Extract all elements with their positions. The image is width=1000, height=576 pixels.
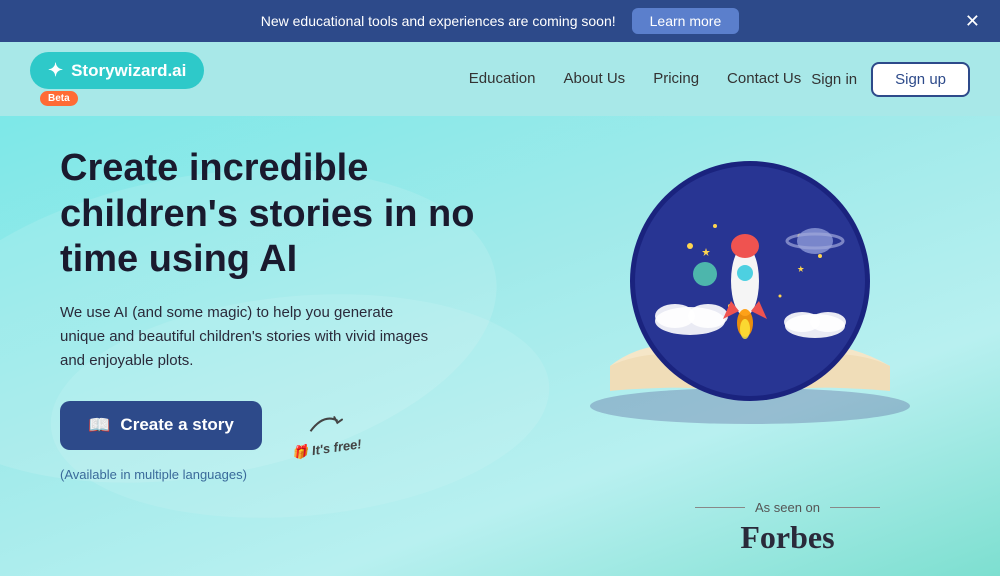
nav-link-contact[interactable]: Contact Us	[727, 70, 801, 87]
forbes-brand: Forbes	[740, 519, 834, 556]
nav-item-pricing[interactable]: Pricing	[653, 70, 699, 88]
logo-container: ✦ Storywizard.ai Beta	[30, 52, 204, 106]
signup-button[interactable]: Sign up	[871, 62, 970, 97]
beta-badge: Beta	[40, 91, 78, 106]
navbar: ✦ Storywizard.ai Beta Education About Us…	[0, 42, 1000, 116]
as-seen-on-section: As seen on Forbes	[695, 500, 880, 556]
nav-link-education[interactable]: Education	[469, 70, 536, 87]
arrow-icon	[304, 406, 349, 442]
logo-icon: ✦	[48, 60, 63, 81]
cta-row: 📖 Create a story 🎁 It's free!	[60, 401, 362, 457]
as-seen-text: As seen on	[755, 500, 820, 515]
hero-subtitle: We use AI (and some magic) to help you g…	[60, 301, 440, 373]
its-free-text: 🎁 It's free!	[291, 436, 362, 462]
gift-icon: 🎁	[291, 443, 309, 460]
nav-item-about[interactable]: About Us	[563, 70, 625, 88]
nav-link-pricing[interactable]: Pricing	[653, 70, 699, 87]
signin-link[interactable]: Sign in	[811, 71, 857, 88]
available-languages-text: (Available in multiple languages)	[60, 467, 247, 482]
book-illustration	[560, 126, 940, 446]
nav-item-education[interactable]: Education	[469, 70, 536, 88]
create-story-button[interactable]: 📖 Create a story	[60, 401, 262, 450]
as-seen-label: As seen on	[695, 500, 880, 515]
close-announcement-button[interactable]: ✕	[965, 12, 980, 30]
hero-content: Create incredible children's stories in …	[60, 146, 540, 482]
announcement-bar: New educational tools and experiences ar…	[0, 0, 1000, 42]
nav-link-about[interactable]: About Us	[563, 70, 625, 87]
announcement-text: New educational tools and experiences ar…	[261, 13, 616, 29]
learn-more-button[interactable]: Learn more	[632, 8, 740, 34]
line-right	[830, 507, 880, 508]
hero-title: Create incredible children's stories in …	[60, 146, 540, 283]
hero-section: Create incredible children's stories in …	[0, 116, 1000, 576]
illustration-area	[540, 126, 960, 506]
nav-links: Education About Us Pricing Contact Us	[469, 70, 801, 88]
logo[interactable]: ✦ Storywizard.ai	[30, 52, 204, 89]
line-left	[695, 507, 745, 508]
create-story-label: Create a story	[120, 415, 233, 435]
logo-text: Storywizard.ai	[71, 61, 186, 81]
cta-area: 📖 Create a story 🎁 It's free! (Available…	[60, 401, 540, 482]
its-free-area: 🎁 It's free!	[292, 409, 362, 457]
nav-item-contact[interactable]: Contact Us	[727, 70, 801, 88]
book-icon: 📖	[88, 415, 110, 436]
